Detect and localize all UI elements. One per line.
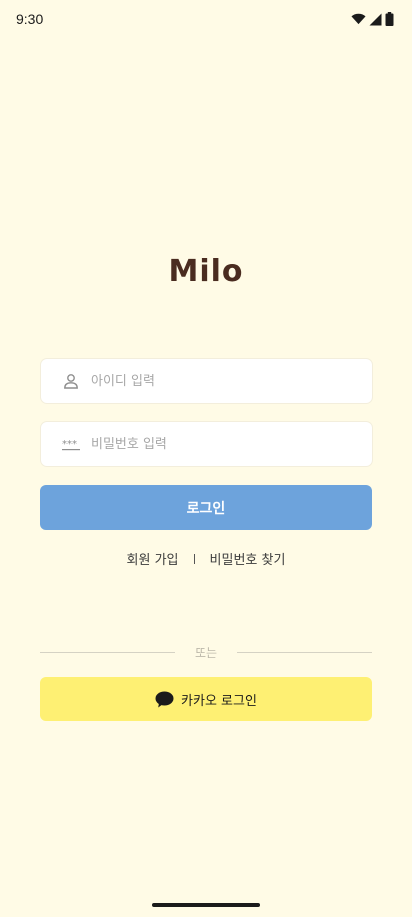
- signal-icon: [369, 13, 382, 25]
- home-indicator: [152, 903, 260, 907]
- or-divider: 또는: [40, 644, 372, 660]
- kakao-login-label: 카카오 로그인: [181, 693, 257, 709]
- status-bar: 9:30: [0, 0, 412, 40]
- app-logo: Milo: [168, 254, 244, 289]
- divider-line-left: [40, 651, 175, 653]
- svg-text:***: ***: [62, 439, 77, 450]
- status-time: 9:30: [16, 11, 44, 27]
- status-icons: [351, 12, 394, 26]
- wifi-icon: [351, 13, 366, 25]
- battery-icon: [385, 12, 394, 26]
- find-password-link[interactable]: 비밀번호 찾기: [210, 549, 286, 568]
- kakao-login-button[interactable]: 카카오 로그인: [40, 677, 372, 721]
- id-field[interactable]: [41, 359, 372, 403]
- speech-bubble-icon: [155, 691, 174, 708]
- account-links: 회원 가입 비밀번호 찾기: [0, 549, 412, 568]
- password-field[interactable]: ***: [41, 422, 372, 466]
- id-input[interactable]: [89, 372, 343, 390]
- link-separator: [193, 553, 195, 564]
- user-icon: [62, 372, 80, 390]
- divider-text: 또는: [194, 645, 218, 660]
- divider-line-right: [237, 651, 372, 653]
- password-dots-icon: ***: [62, 435, 80, 453]
- login-button[interactable]: 로그인: [40, 485, 372, 530]
- signup-link[interactable]: 회원 가입: [127, 549, 179, 568]
- password-input[interactable]: [89, 435, 343, 453]
